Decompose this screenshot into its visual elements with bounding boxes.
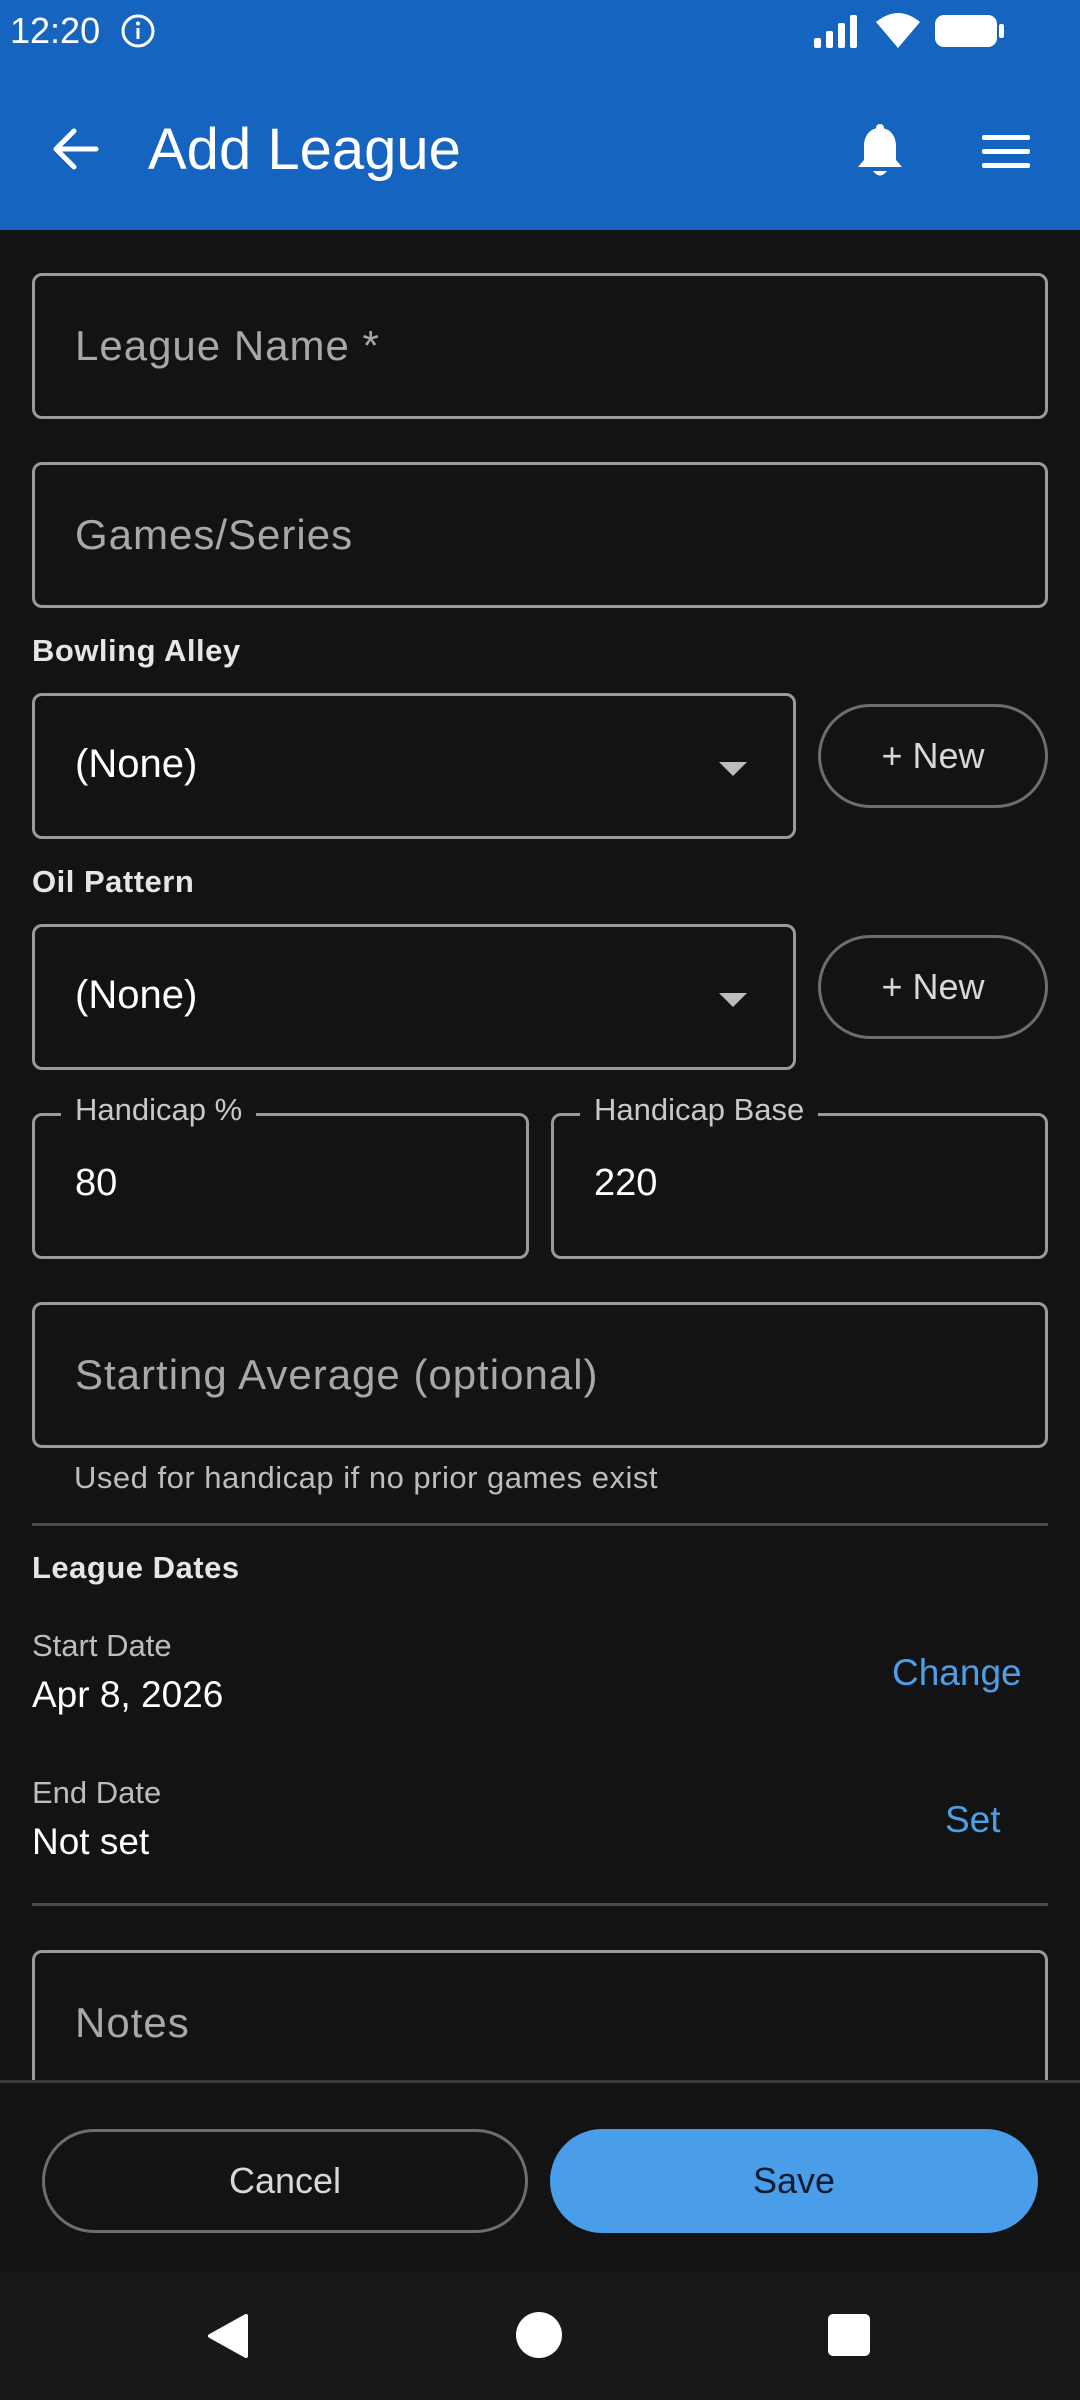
oil-pattern-value: (None) <box>75 973 198 1017</box>
notes-field[interactable]: Notes <box>32 1950 1048 2096</box>
bowling-alley-value: (None) <box>75 742 198 786</box>
league-name-field[interactable]: League Name * <box>32 273 1048 419</box>
end-date-value: Not set <box>32 1821 150 1862</box>
oil-pattern-select[interactable]: (None) <box>32 924 796 1070</box>
signal-icon <box>814 15 857 48</box>
new-bowling-alley-button[interactable]: + New <box>818 704 1048 808</box>
handicap-percent-value: 80 <box>75 1162 118 1204</box>
battery-icon <box>935 15 1004 47</box>
cancel-button[interactable]: Cancel <box>42 2129 528 2233</box>
divider <box>32 1523 1048 1526</box>
handicap-base-value: 220 <box>594 1162 658 1204</box>
handicap-base-field[interactable]: Handicap Base 220 <box>551 1092 1048 1259</box>
hamburger-menu-icon <box>982 135 1030 168</box>
league-dates-heading: League Dates <box>32 1550 240 1585</box>
handicap-percent-field[interactable]: Handicap % 80 <box>32 1092 529 1259</box>
notes-placeholder: Notes <box>75 1999 190 2046</box>
start-date-label: Start Date <box>32 1628 172 1663</box>
starting-average-placeholder: Starting Average (optional) <box>75 1351 599 1398</box>
set-end-date-button[interactable]: Set <box>945 1799 1001 1841</box>
divider <box>32 1903 1048 1906</box>
page-title: Add League <box>148 117 461 182</box>
save-button[interactable]: Save <box>550 2129 1038 2233</box>
status-bar: 12:20 <box>0 0 1080 62</box>
info-icon <box>121 14 155 48</box>
nav-recents-icon[interactable] <box>828 2314 870 2356</box>
games-series-field[interactable]: Games/Series <box>32 462 1048 608</box>
games-series-placeholder: Games/Series <box>75 511 354 558</box>
bowling-alley-select[interactable]: (None) <box>32 693 796 839</box>
league-name-placeholder: League Name * <box>75 322 380 369</box>
dropdown-arrow-icon <box>719 762 747 776</box>
action-bar: Cancel Save <box>0 2080 1080 2272</box>
starting-average-helper: Used for handicap if no prior games exis… <box>74 1460 658 1495</box>
change-start-date-button[interactable]: Change <box>892 1652 1022 1694</box>
bell-icon <box>858 124 902 176</box>
new-oil-pattern-button[interactable]: + New <box>818 935 1048 1039</box>
notifications-button[interactable] <box>840 112 920 192</box>
start-date-value: Apr 8, 2026 <box>32 1674 224 1715</box>
bowling-alley-label: Bowling Alley <box>32 633 241 668</box>
oil-pattern-label: Oil Pattern <box>32 864 195 899</box>
end-date-label: End Date <box>32 1775 162 1810</box>
handicap-percent-label: Handicap % <box>61 1092 257 1128</box>
status-time: 12:20 <box>10 10 101 51</box>
back-button[interactable] <box>36 110 114 188</box>
menu-button[interactable] <box>966 112 1046 192</box>
starting-average-field[interactable]: Starting Average (optional) <box>32 1302 1048 1448</box>
system-nav-bar <box>0 2272 1080 2400</box>
nav-home-icon[interactable] <box>516 2312 562 2358</box>
nav-back-icon[interactable] <box>206 2312 250 2360</box>
dropdown-arrow-icon <box>719 993 747 1007</box>
app-bar: Add League <box>0 62 1080 230</box>
back-arrow-icon <box>53 128 99 170</box>
wifi-icon <box>876 13 920 48</box>
handicap-base-label: Handicap Base <box>580 1092 819 1128</box>
